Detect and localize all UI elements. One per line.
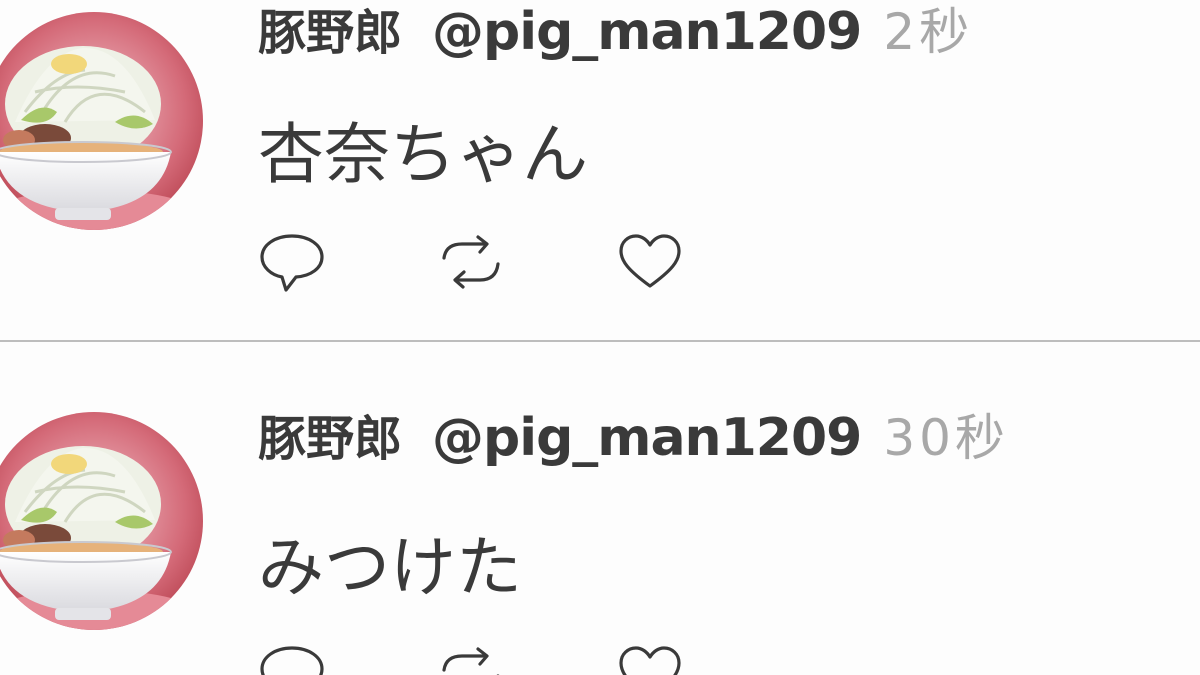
display-name[interactable]: 豚野郎 [258,5,402,61]
retweet-button[interactable] [436,644,506,675]
reply-button[interactable] [258,232,328,292]
tweet[interactable]: 豚野郎 @pig_man1209 30秒 みつけた [0,342,1200,675]
display-name[interactable]: 豚野郎 [258,411,402,467]
user-handle[interactable]: @pig_man1209 [432,2,862,62]
tweet-actions [258,232,698,292]
timestamp[interactable]: 30秒 [883,409,1009,467]
tweet[interactable]: 豚野郎 @pig_man1209 2秒 杏奈ちゃん [0,0,1200,340]
tweet-header: 豚野郎 @pig_man1209 30秒 [258,412,1009,464]
like-button[interactable] [618,232,688,292]
retweet-icon [442,647,500,675]
tweet-actions [258,644,698,675]
like-icon [619,234,681,288]
like-button[interactable] [618,644,688,675]
retweet-icon [442,235,500,289]
avatar[interactable] [0,12,203,230]
tweet-feed: 豚野郎 @pig_man1209 2秒 杏奈ちゃん 豚野郎 @pig_man12… [0,0,1200,675]
avatar[interactable] [0,412,203,630]
reply-icon [260,646,324,675]
retweet-button[interactable] [436,232,506,292]
tweet-text: 杏奈ちゃん [258,116,588,193]
ramen-bowl-avatar-icon [0,412,203,630]
tweet-header: 豚野郎 @pig_man1209 2秒 [258,6,973,58]
reply-button[interactable] [258,644,328,675]
like-icon [619,646,681,675]
timestamp[interactable]: 2秒 [883,3,973,61]
reply-icon [260,234,324,292]
ramen-bowl-avatar-icon [0,12,203,230]
user-handle[interactable]: @pig_man1209 [432,408,862,468]
tweet-text: みつけた [258,529,522,606]
